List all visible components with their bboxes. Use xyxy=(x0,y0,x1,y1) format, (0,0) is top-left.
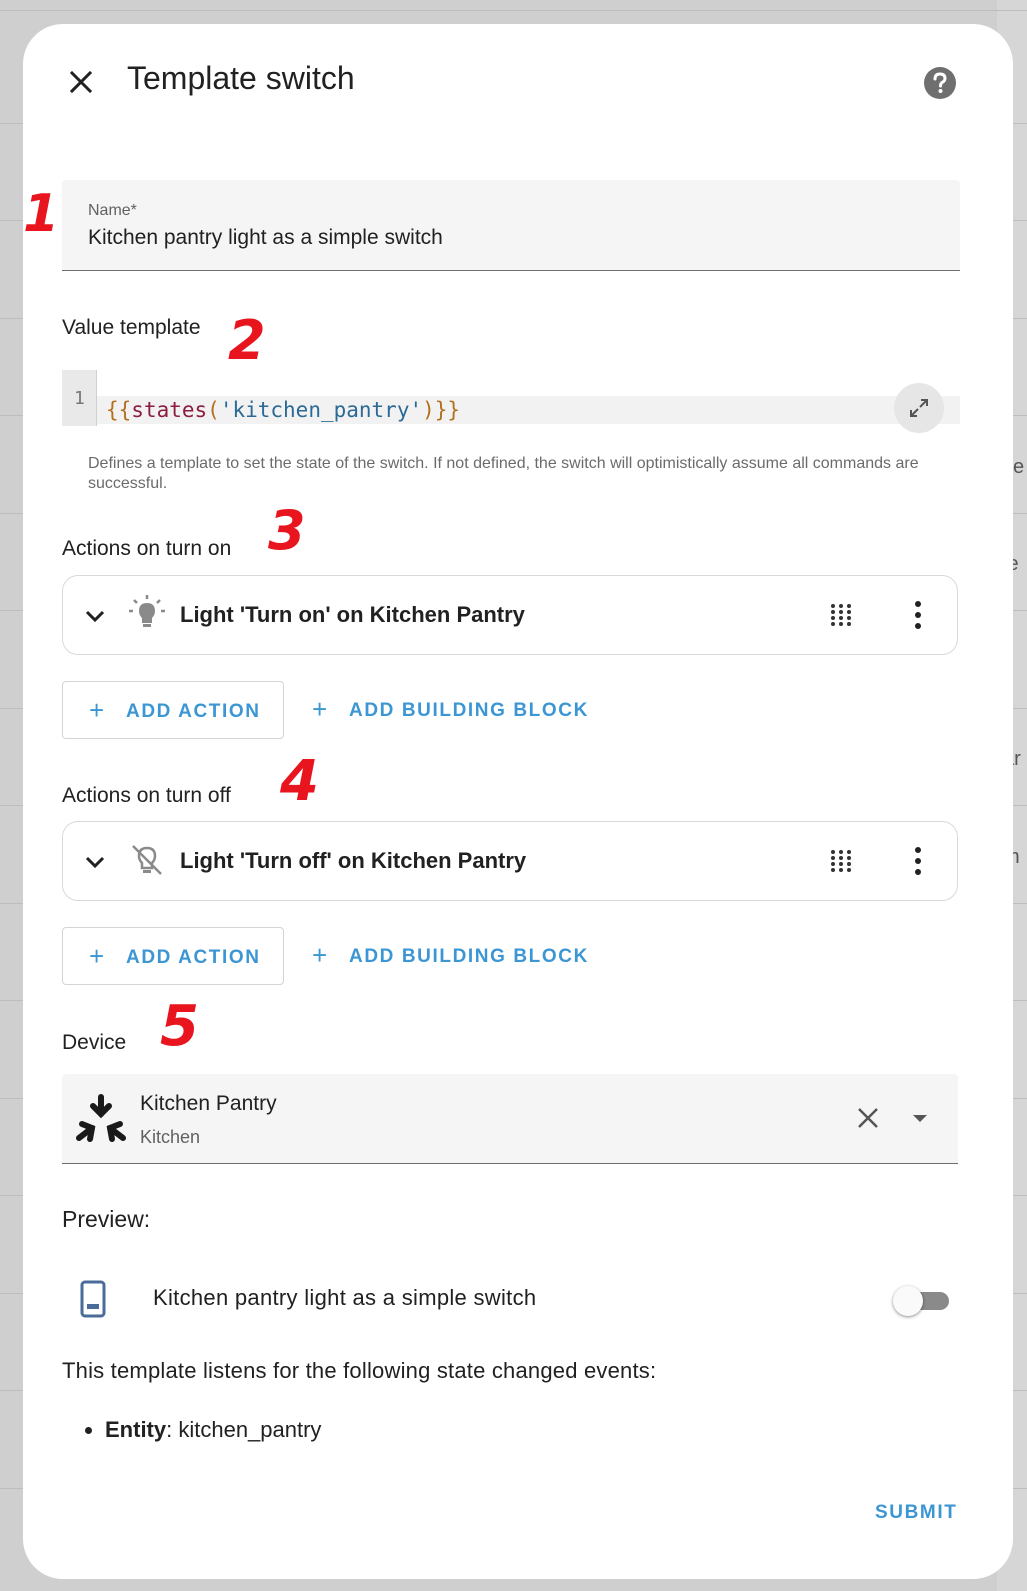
background-divider xyxy=(0,10,1027,11)
dropdown-arrow-icon[interactable] xyxy=(910,1112,930,1124)
expand-icon[interactable] xyxy=(894,383,944,433)
toggle-knob xyxy=(893,1286,923,1316)
submit-button[interactable]: SUBMIT xyxy=(875,1502,957,1524)
code-token: {{ xyxy=(106,398,132,422)
chevron-down-icon[interactable] xyxy=(81,602,109,630)
phone-icon xyxy=(80,1280,106,1318)
value-template-helper: Defines a template to set the state of t… xyxy=(88,455,919,492)
close-icon[interactable] xyxy=(63,64,99,100)
preview-label: Preview: xyxy=(62,1206,151,1232)
code-token: ( xyxy=(207,398,220,422)
dialog-title: Template switch xyxy=(127,60,355,96)
matter-logo-icon xyxy=(76,1094,126,1142)
help-circle-icon[interactable] xyxy=(923,66,957,100)
plus-icon: + xyxy=(312,940,328,970)
code-text[interactable]: {{states('kitchen_pantry')}} xyxy=(106,398,460,422)
add-building-block-label: ADD BUILDING BLOCK xyxy=(349,946,589,967)
turn-off-add-action-button[interactable]: + ADD ACTION xyxy=(62,927,284,985)
code-token: }} xyxy=(434,398,461,422)
preview-entity-name: Kitchen pantry light as a simple switch xyxy=(153,1285,537,1310)
code-token: 'kitchen_pantry' xyxy=(219,398,423,422)
device-area: Kitchen xyxy=(140,1127,201,1147)
turn-on-add-action-button[interactable]: + ADD ACTION xyxy=(62,681,284,739)
code-editor[interactable]: 1 {{states('kitchen_pantry')}} xyxy=(62,370,960,433)
turn-on-action-card[interactable]: Light 'Turn on' on Kitchen Pantry xyxy=(62,575,958,655)
plus-icon: + xyxy=(89,695,105,725)
clear-icon[interactable] xyxy=(856,1106,880,1130)
add-action-label: ADD ACTION xyxy=(126,947,261,968)
value-template-label: Value template xyxy=(62,316,201,339)
annotation-mark: 4 xyxy=(280,749,319,814)
more-vertical-icon[interactable] xyxy=(911,846,925,876)
code-token: states xyxy=(131,398,208,422)
turn-on-action-label: Light 'Turn on' on Kitchen Pantry xyxy=(180,602,525,627)
lightbulb-off-icon xyxy=(132,845,162,875)
name-field-value[interactable]: Kitchen pantry light as a simple switch xyxy=(88,226,443,250)
code-token: ) xyxy=(422,398,435,422)
annotation-mark: 1 xyxy=(23,184,60,244)
plus-icon: + xyxy=(312,694,328,724)
turn-off-action-label: Light 'Turn off' on Kitchen Pantry xyxy=(180,848,527,873)
entity-value: : kitchen_pantry xyxy=(166,1417,322,1442)
add-action-label: ADD ACTION xyxy=(126,701,261,722)
turn-on-label: Actions on turn on xyxy=(62,537,232,560)
turn-off-label: Actions on turn off xyxy=(62,784,231,807)
turn-on-add-building-block-button[interactable]: + ADD BUILDING BLOCK xyxy=(308,681,598,737)
annotation-mark: 5 xyxy=(160,994,199,1059)
more-vertical-icon[interactable] xyxy=(911,600,925,630)
device-name: Kitchen Pantry xyxy=(140,1092,277,1115)
turn-off-action-card[interactable]: Light 'Turn off' on Kitchen Pantry xyxy=(62,821,958,901)
annotation-mark: 3 xyxy=(268,499,306,562)
device-label: Device xyxy=(62,1031,127,1054)
name-field[interactable]: Name* Kitchen pantry light as a simple s… xyxy=(62,180,960,271)
drag-handle-icon[interactable] xyxy=(830,603,852,627)
listen-entity-item: Entity: kitchen_pantry xyxy=(85,1417,322,1443)
line-gutter: 1 xyxy=(62,370,97,426)
entity-key: Entity xyxy=(105,1417,167,1442)
listen-text: This template listens for the following … xyxy=(62,1358,657,1383)
bullet-dot xyxy=(85,1427,92,1434)
add-building-block-label: ADD BUILDING BLOCK xyxy=(349,700,589,721)
preview-toggle[interactable] xyxy=(893,1286,951,1316)
name-field-label: Name* xyxy=(88,202,137,219)
annotation-mark: 2 xyxy=(228,309,266,372)
plus-icon: + xyxy=(89,941,105,971)
line-number: 1 xyxy=(74,388,85,409)
drag-handle-icon[interactable] xyxy=(830,849,852,873)
device-picker[interactable]: Kitchen Pantry Kitchen xyxy=(62,1074,958,1164)
template-switch-dialog: Template switch 1 2 3 4 5 Name* Kitchen … xyxy=(23,24,1013,1579)
turn-off-add-building-block-button[interactable]: + ADD BUILDING BLOCK xyxy=(308,927,598,983)
chevron-down-icon[interactable] xyxy=(81,848,109,876)
lightbulb-on-icon xyxy=(129,595,165,627)
